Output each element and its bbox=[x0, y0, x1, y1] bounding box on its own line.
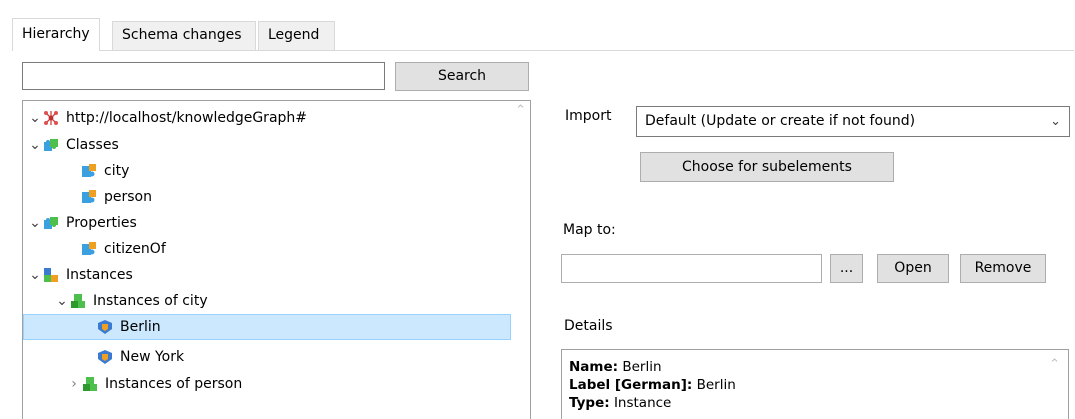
instances-icon bbox=[44, 268, 58, 282]
search-input[interactable] bbox=[22, 62, 385, 90]
tree-node-properties[interactable]: ⌄ Properties bbox=[23, 210, 515, 236]
tab-hierarchy[interactable]: Hierarchy bbox=[12, 18, 100, 51]
tree-node-citizenof[interactable]: citizenOf bbox=[23, 236, 530, 262]
details-label-value: Berlin bbox=[696, 377, 736, 393]
tab-strip-divider bbox=[12, 50, 1074, 51]
tree-label: person bbox=[104, 189, 152, 205]
ontology-graph-icon bbox=[44, 111, 58, 125]
tab-schema-changes[interactable]: Schema changes bbox=[112, 21, 256, 50]
map-to-label: Map to: bbox=[563, 222, 616, 238]
map-to-input[interactable] bbox=[561, 254, 822, 283]
tree-node-berlin[interactable]: Berlin bbox=[23, 314, 511, 340]
tree-label: Instances of city bbox=[93, 293, 208, 309]
details-label-line: Label [German]: Berlin bbox=[569, 376, 1061, 394]
chevron-down-icon[interactable]: ⌄ bbox=[27, 215, 43, 231]
class-icon bbox=[82, 164, 96, 177]
tree-node-instances[interactable]: ⌄ Instances bbox=[23, 262, 515, 288]
details-label: Details bbox=[564, 318, 613, 334]
remove-button[interactable]: Remove bbox=[960, 254, 1046, 283]
instance-icon bbox=[98, 350, 112, 364]
chevron-down-icon[interactable]: ⌄ bbox=[54, 293, 70, 309]
chevron-down-icon[interactable]: ⌄ bbox=[27, 110, 43, 126]
tree-label: http://localhost/knowledgeGraph# bbox=[66, 110, 308, 126]
property-icon bbox=[82, 242, 96, 255]
tree-node-person[interactable]: person bbox=[23, 184, 530, 210]
properties-icon bbox=[44, 217, 58, 229]
tree-node-root[interactable]: ⌄ http://localhost/knowledgeGraph# bbox=[23, 105, 515, 131]
details-label-key: Label [German]: bbox=[569, 377, 693, 393]
details-type-line: Type: Instance bbox=[569, 394, 1061, 412]
tree-node-instances-of-person[interactable]: › Instances of person bbox=[23, 371, 530, 397]
tab-legend[interactable]: Legend bbox=[258, 21, 335, 50]
tree-label: city bbox=[104, 163, 130, 179]
tree-label: New York bbox=[120, 349, 185, 365]
details-name-line: Name: Berlin bbox=[569, 358, 1061, 376]
scroll-up-arrow-icon[interactable]: ⌃ bbox=[515, 103, 526, 118]
classes-icon bbox=[44, 139, 58, 151]
tree-label: Instances of person bbox=[105, 376, 243, 392]
instances-group-icon bbox=[83, 377, 97, 391]
import-mode-select[interactable]: Default (Update or create if not found) … bbox=[636, 106, 1070, 137]
chevron-down-icon: ⌄ bbox=[1050, 114, 1061, 129]
chevron-down-icon[interactable]: ⌄ bbox=[27, 267, 43, 283]
details-name-value: Berlin bbox=[622, 359, 662, 375]
search-button[interactable]: Search bbox=[395, 62, 529, 91]
tree-label: Berlin bbox=[120, 319, 161, 335]
details-type-key: Type: bbox=[569, 395, 610, 411]
details-panel[interactable]: ⌃ Name: Berlin Label [German]: Berlin Ty… bbox=[561, 349, 1069, 419]
tree-node-city[interactable]: city bbox=[23, 158, 530, 184]
scroll-up-arrow-icon[interactable]: ⌃ bbox=[1049, 356, 1060, 374]
instances-group-icon bbox=[71, 294, 85, 308]
chevron-down-icon[interactable]: ⌄ bbox=[27, 137, 43, 153]
tree-label: citizenOf bbox=[104, 241, 166, 257]
tree-label: Instances bbox=[66, 267, 133, 283]
browse-button[interactable]: ... bbox=[830, 254, 863, 283]
details-name-key: Name: bbox=[569, 359, 619, 375]
tree-label: Classes bbox=[66, 137, 119, 153]
hierarchy-tree[interactable]: ⌃ ⌄ http://localhost/knowledgeGraph# ⌄ C… bbox=[22, 100, 531, 419]
import-label: Import bbox=[565, 108, 612, 124]
tree-label: Properties bbox=[66, 215, 137, 231]
open-button[interactable]: Open bbox=[877, 254, 949, 283]
chevron-right-icon[interactable]: › bbox=[66, 376, 82, 392]
details-type-value: Instance bbox=[613, 395, 672, 411]
tree-node-new-york[interactable]: New York bbox=[23, 344, 530, 370]
tree-node-instances-of-city[interactable]: ⌄ Instances of city bbox=[23, 288, 530, 314]
tree-node-classes[interactable]: ⌄ Classes bbox=[23, 132, 515, 158]
class-icon bbox=[82, 190, 96, 203]
import-mode-value: Default (Update or create if not found) bbox=[645, 113, 916, 129]
instance-icon bbox=[98, 320, 112, 334]
choose-for-subelements-button[interactable]: Choose for subelements bbox=[640, 152, 894, 182]
